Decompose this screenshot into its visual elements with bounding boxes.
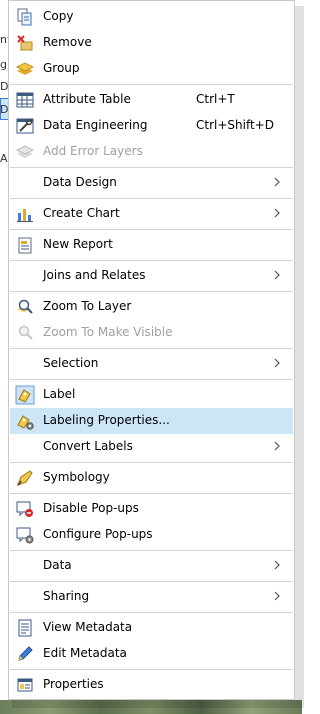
menu-item-label: Configure Pop-ups [43, 527, 153, 541]
menu-item-label: Zoom To Make Visible [43, 325, 173, 339]
menu-item-label: Data Engineering [43, 118, 148, 132]
menu-item-label: Sharing [43, 589, 90, 603]
chevron-right-icon [274, 591, 280, 601]
menu-item-zoom-to-make-visible[interactable]: Zoom To Make Visible [10, 320, 293, 346]
edit-metadata-icon [18, 646, 33, 661]
menu-item-convert-labels[interactable]: Convert Labels [10, 434, 293, 460]
menu-separator [10, 84, 293, 85]
menu-item-remove[interactable]: Remove [10, 30, 293, 56]
menu-separator [10, 493, 293, 494]
menu-item-label: Create Chart [43, 206, 120, 220]
menu-item-create-chart[interactable]: Create Chart [10, 201, 293, 227]
remove-icon [17, 35, 33, 51]
attribute-table-icon [16, 92, 34, 108]
disable-popups-icon [16, 501, 33, 517]
chevron-right-icon [274, 358, 280, 368]
properties-icon [17, 678, 33, 692]
data-engineering-icon [16, 118, 34, 134]
chevron-right-icon [274, 441, 280, 451]
menu-item-data-engineering[interactable]: Data Engineering Ctrl+Shift+D [10, 113, 293, 139]
zoom-to-visible-icon [18, 325, 33, 340]
menu-item-label: View Metadata [43, 620, 133, 634]
menu-item-label: Symbology [43, 470, 110, 484]
menu-separator [10, 462, 293, 463]
menu-item-label: Attribute Table [43, 92, 131, 106]
menu-item-label: Label [43, 387, 76, 401]
menu-item-label: Group [43, 61, 80, 75]
chevron-right-icon [274, 208, 280, 218]
menu-separator [10, 669, 293, 670]
menu-item-group[interactable]: Group [10, 56, 293, 82]
menu-separator [10, 379, 293, 380]
menu-item-label: Data Design [43, 175, 117, 189]
menu-item-shortcut: Ctrl+Shift+D [196, 118, 274, 132]
menu-item-selection[interactable]: Selection [10, 351, 293, 377]
add-error-layers-icon [15, 145, 35, 158]
menu-item-symbology[interactable]: Symbology [10, 465, 293, 491]
menu-item-label: Joins and Relates [43, 268, 146, 282]
menu-separator [10, 581, 293, 582]
menu-item-label: Disable Pop-ups [43, 501, 139, 515]
menu-item-shortcut: Ctrl+T [196, 92, 235, 106]
group-layers-icon [15, 62, 35, 75]
menu-separator [10, 550, 293, 551]
menu-item-label: New Report [43, 237, 113, 251]
menu-item-label: Edit Metadata [43, 646, 127, 660]
menu-item-label: Remove [43, 35, 92, 49]
menu-item-label: Convert Labels [43, 439, 133, 453]
menu-item-edit-metadata[interactable]: Edit Metadata [10, 641, 293, 667]
view-metadata-icon [18, 619, 32, 637]
context-menu: Copy Remove Group Attribute Table Ctrl+T [8, 0, 295, 700]
copy-icon [17, 8, 32, 26]
menu-item-add-error-layers[interactable]: Add Error Layers [10, 139, 293, 165]
menu-item-data[interactable]: Data [10, 553, 293, 579]
configure-popups-icon [16, 527, 34, 544]
menu-item-joins-and-relates[interactable]: Joins and Relates [10, 263, 293, 289]
chevron-right-icon [274, 270, 280, 280]
menu-item-label: Labeling Properties... [43, 413, 170, 427]
menu-item-label-toggle[interactable]: Label [10, 382, 293, 408]
chevron-right-icon [274, 560, 280, 570]
menu-item-configure-popups[interactable]: Configure Pop-ups [10, 522, 293, 548]
menu-item-sharing[interactable]: Sharing [10, 584, 293, 610]
chevron-right-icon [274, 177, 280, 187]
menu-item-label: Add Error Layers [43, 144, 143, 158]
menu-item-disable-popups[interactable]: Disable Pop-ups [10, 496, 293, 522]
symbology-icon [17, 470, 33, 486]
zoom-to-layer-icon [17, 299, 33, 314]
menu-item-view-metadata[interactable]: View Metadata [10, 615, 293, 641]
menu-item-label: Zoom To Layer [43, 299, 132, 313]
menu-item-new-report[interactable]: New Report [10, 232, 293, 258]
menu-item-label: Data [43, 558, 72, 572]
menu-item-copy[interactable]: Copy [10, 4, 293, 30]
menu-separator [10, 612, 293, 613]
menu-separator [10, 291, 293, 292]
label-icon [15, 385, 35, 405]
menu-separator [10, 260, 293, 261]
menu-item-properties[interactable]: Properties [10, 672, 293, 698]
menu-separator [10, 229, 293, 230]
menu-item-attribute-table[interactable]: Attribute Table Ctrl+T [10, 87, 293, 113]
report-icon [18, 237, 32, 254]
menu-separator [10, 348, 293, 349]
menu-separator [10, 198, 293, 199]
menu-item-zoom-to-layer[interactable]: Zoom To Layer [10, 294, 293, 320]
menu-item-label: Selection [43, 356, 99, 370]
menu-item-label: Copy [43, 9, 74, 23]
chart-icon [17, 209, 33, 222]
labeling-properties-icon [17, 415, 34, 430]
menu-item-data-design[interactable]: Data Design [10, 170, 293, 196]
menu-item-labeling-properties[interactable]: Labeling Properties... [10, 408, 293, 434]
menu-item-label: Properties [43, 677, 104, 691]
menu-separator [10, 167, 293, 168]
